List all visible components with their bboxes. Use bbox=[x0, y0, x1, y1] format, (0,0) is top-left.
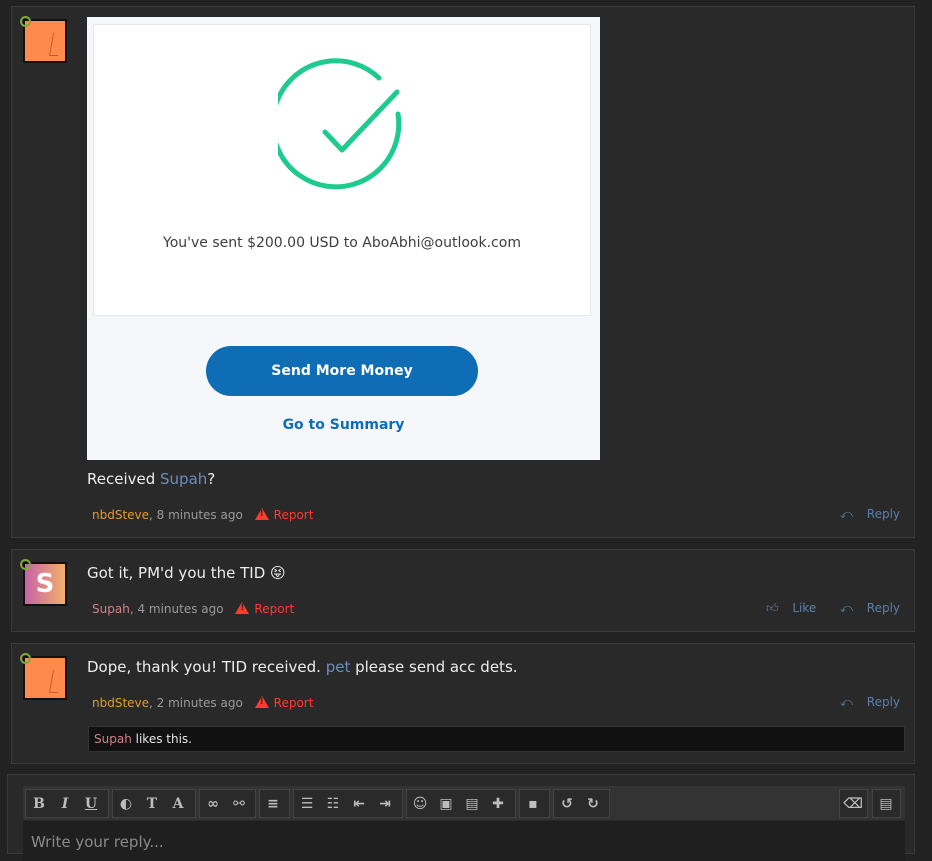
avatar[interactable]: S bbox=[23, 562, 67, 606]
post-actions: ⤺ Reply bbox=[820, 507, 900, 522]
numbered-list-icon[interactable]: ☷ bbox=[320, 790, 346, 817]
unlink-icon[interactable]: ⚯ bbox=[226, 790, 252, 817]
post-2: S Got it, PM'd you the TID 😝 Supah, 4 mi… bbox=[11, 549, 915, 632]
toolbar-group-align: ≡ bbox=[259, 789, 290, 818]
post-actions: 👍︎ Like ⤺ Reply bbox=[746, 601, 900, 616]
reply-label: Reply bbox=[866, 601, 900, 615]
report-label: Report bbox=[273, 696, 314, 710]
color-icon[interactable]: ◐ bbox=[113, 790, 139, 817]
toolbar-group-link: ∞ ⚯ bbox=[199, 789, 256, 818]
outdent-icon[interactable]: ⇤ bbox=[346, 790, 372, 817]
online-indicator bbox=[20, 653, 31, 664]
user-mention[interactable]: Supah bbox=[160, 470, 207, 488]
send-more-money-button: Send More Money bbox=[206, 346, 478, 396]
message-text: Dope, thank you! TID received. bbox=[87, 658, 326, 676]
likes-summary: Supah likes this. bbox=[88, 726, 905, 752]
align-icon[interactable]: ≡ bbox=[260, 790, 286, 817]
save-icon[interactable]: ▪ bbox=[520, 790, 546, 817]
media-icon[interactable]: ▤ bbox=[459, 790, 485, 817]
reply-button[interactable]: ⤺ Reply bbox=[830, 601, 900, 615]
report-button[interactable]: Report bbox=[235, 602, 294, 616]
author-link[interactable]: Supah bbox=[92, 602, 130, 616]
warning-icon bbox=[235, 602, 250, 614]
reply-button[interactable]: ⤺ Reply bbox=[830, 507, 900, 521]
avatar[interactable] bbox=[23, 656, 67, 700]
payment-message: You've sent $200.00 USD to AboAbhi@outlo… bbox=[163, 235, 521, 251]
message-text-end: ? bbox=[207, 470, 216, 488]
thumbs-up-icon: 👍︎ bbox=[765, 601, 779, 615]
toolbar-group-text: B I U bbox=[25, 789, 109, 818]
reply-icon: ⤺ bbox=[840, 601, 853, 615]
bold-icon[interactable]: B bbox=[26, 790, 52, 817]
paypal-confirmation-card: You've sent $200.00 USD to AboAbhi@outlo… bbox=[93, 24, 591, 316]
report-button[interactable]: Report bbox=[254, 696, 314, 710]
reply-label: Reply bbox=[866, 507, 900, 521]
font-family-icon[interactable]: A bbox=[165, 790, 191, 817]
message-text-end: please send acc dets. bbox=[350, 658, 518, 676]
warning-icon bbox=[254, 508, 269, 520]
online-indicator bbox=[20, 559, 31, 570]
reply-button[interactable]: ⤺ Reply bbox=[830, 695, 900, 709]
toolbar-group-lists: ☰ ☷ ⇤ ⇥ bbox=[293, 789, 403, 818]
italic-icon[interactable]: I bbox=[52, 790, 78, 817]
timestamp: , 2 minutes ago bbox=[149, 696, 243, 710]
report-button[interactable]: Report bbox=[254, 508, 314, 522]
paypal-screenshot: You've sent $200.00 USD to AboAbhi@outlo… bbox=[87, 17, 600, 460]
post-message: Received Supah? bbox=[87, 470, 215, 488]
post-message: Got it, PM'd you the TID 😝 bbox=[87, 564, 286, 582]
toolbar-group-history: ↺ ↻ bbox=[553, 789, 610, 818]
post-meta: nbdSteve, 8 minutes ago Report bbox=[92, 507, 313, 522]
reply-textarea[interactable]: Write your reply... bbox=[23, 821, 905, 861]
eraser-icon[interactable]: ⌫ bbox=[840, 790, 866, 817]
check-circle-icon bbox=[278, 58, 402, 190]
report-label: Report bbox=[254, 602, 295, 616]
toolbar-group-font: ◐ T A bbox=[112, 789, 196, 818]
underline-icon[interactable]: U bbox=[78, 790, 104, 817]
toolbar-group-clear: ⌫ bbox=[839, 789, 868, 818]
go-to-summary-link: Go to Summary bbox=[282, 417, 405, 433]
link-icon[interactable]: ∞ bbox=[200, 790, 226, 817]
toolbar-group-preview: ▤ bbox=[872, 789, 901, 818]
message-text: Received bbox=[87, 470, 161, 488]
like-button[interactable]: 👍︎ Like bbox=[756, 601, 816, 615]
author-link[interactable]: nbdSteve bbox=[92, 508, 149, 522]
likes-text: likes this. bbox=[131, 732, 192, 746]
reply-editor: B I U ◐ T A ∞ ⚯ ≡ ☰ ☷ ⇤ ⇥ ☺ ▣ ▤ ✚ ▪ ↺ ↻ … bbox=[7, 774, 915, 861]
preview-icon[interactable]: ▤ bbox=[873, 790, 899, 817]
user-mention[interactable]: pet bbox=[326, 658, 351, 676]
like-label: Like bbox=[792, 601, 817, 615]
post-3: Dope, thank you! TID received. pet pleas… bbox=[11, 643, 915, 764]
timestamp: , 4 minutes ago bbox=[129, 602, 224, 616]
avatar[interactable] bbox=[23, 19, 67, 63]
warning-icon bbox=[254, 696, 269, 708]
indent-icon[interactable]: ⇥ bbox=[372, 790, 398, 817]
timestamp: , 8 minutes ago bbox=[149, 508, 243, 522]
bullet-list-icon[interactable]: ☰ bbox=[294, 790, 320, 817]
reply-icon: ⤺ bbox=[840, 695, 853, 709]
smiley-icon[interactable]: ☺ bbox=[407, 790, 433, 817]
toolbar-group-insert: ☺ ▣ ▤ ✚ bbox=[406, 789, 516, 818]
liker-link[interactable]: Supah bbox=[94, 732, 132, 746]
reply-icon: ⤺ bbox=[840, 507, 853, 521]
undo-icon[interactable]: ↺ bbox=[554, 790, 580, 817]
report-label: Report bbox=[273, 508, 314, 522]
avatar-letter: S bbox=[35, 569, 55, 599]
image-icon[interactable]: ▣ bbox=[433, 790, 459, 817]
post-meta: Supah, 4 minutes ago Report bbox=[92, 601, 294, 616]
font-size-icon[interactable]: T bbox=[139, 790, 165, 817]
redo-icon[interactable]: ↻ bbox=[580, 790, 606, 817]
post-actions: ⤺ Reply bbox=[820, 695, 900, 710]
toolbar-group-save: ▪ bbox=[519, 789, 550, 818]
reply-label: Reply bbox=[866, 695, 900, 709]
online-indicator bbox=[20, 16, 31, 27]
post-1: You've sent $200.00 USD to AboAbhi@outlo… bbox=[11, 6, 915, 538]
post-meta: nbdSteve, 2 minutes ago Report bbox=[92, 695, 313, 710]
insert-icon[interactable]: ✚ bbox=[485, 790, 511, 817]
editor-toolbar: B I U ◐ T A ∞ ⚯ ≡ ☰ ☷ ⇤ ⇥ ☺ ▣ ▤ ✚ ▪ ↺ ↻ … bbox=[23, 786, 905, 820]
reply-placeholder: Write your reply... bbox=[31, 833, 164, 851]
author-link[interactable]: nbdSteve bbox=[92, 696, 149, 710]
post-message: Dope, thank you! TID received. pet pleas… bbox=[87, 658, 518, 676]
